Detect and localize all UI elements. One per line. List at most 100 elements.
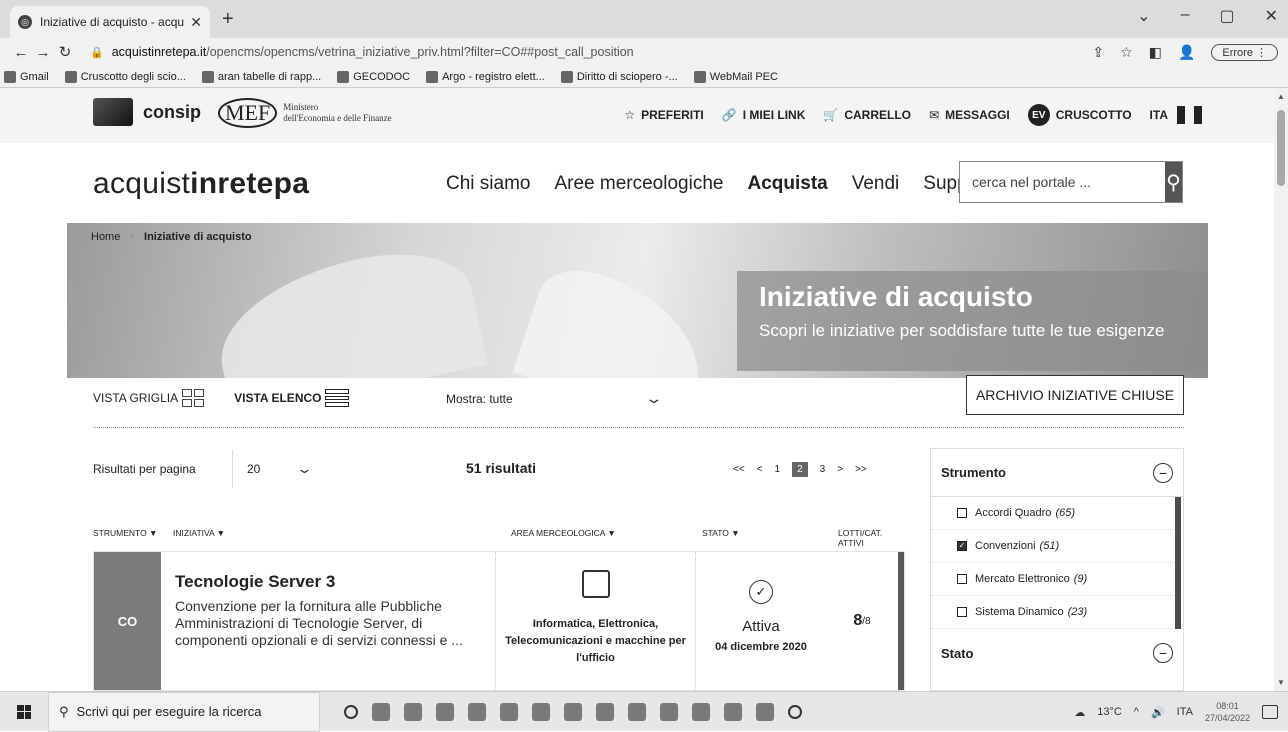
- card-title[interactable]: Tecnologie Server 3: [175, 572, 481, 592]
- checkbox[interactable]: [957, 508, 967, 518]
- nav-chi-siamo[interactable]: Chi siamo: [446, 173, 530, 195]
- chevron-down-icon: ⌄: [296, 461, 313, 477]
- app-icon[interactable]: [596, 703, 614, 721]
- filter-option[interactable]: Sistema Dinamico(23): [931, 596, 1183, 629]
- bookmark-star-icon[interactable]: ☆: [1120, 44, 1133, 61]
- tab-search-icon[interactable]: ⌄: [1137, 6, 1150, 26]
- page-link[interactable]: >: [837, 464, 843, 475]
- checkbox[interactable]: ✓: [957, 541, 967, 551]
- breadcrumb-home[interactable]: Home: [91, 231, 120, 243]
- collapse-icon[interactable]: −: [1153, 643, 1173, 663]
- forward-icon[interactable]: →: [32, 44, 54, 61]
- weather-temp[interactable]: 13°C: [1097, 706, 1122, 718]
- bookmark-item[interactable]: Gmail: [4, 71, 49, 83]
- filter-option[interactable]: Accordi Quadro(65): [931, 497, 1183, 530]
- filter-strumento-header[interactable]: Strumento −: [931, 449, 1183, 497]
- language-indicator[interactable]: ITA: [1177, 706, 1193, 718]
- brand-logo[interactable]: acquistinretepa: [93, 167, 309, 201]
- reload-icon[interactable]: ↻: [54, 43, 76, 61]
- scroll-up-icon[interactable]: ▲: [1277, 92, 1285, 101]
- weather-icon[interactable]: ☁: [1074, 706, 1085, 719]
- checkbox[interactable]: [957, 574, 967, 584]
- page-link[interactable]: 3: [820, 464, 826, 475]
- language-selector[interactable]: ITA: [1150, 106, 1202, 124]
- col-stato[interactable]: STATO ▼: [702, 528, 740, 538]
- search-input[interactable]: [960, 162, 1165, 202]
- vista-griglia-button[interactable]: VISTA GRIGLIA: [93, 389, 204, 407]
- miei-link-link[interactable]: 🔗I MIEI LINK: [722, 108, 806, 122]
- bookmark-item[interactable]: WebMail PEC: [694, 71, 778, 83]
- maximize-icon[interactable]: ▢: [1219, 6, 1234, 26]
- app-icon[interactable]: [500, 703, 518, 721]
- nav-vendi[interactable]: Vendi: [852, 173, 900, 195]
- bookmark-item[interactable]: GECODOC: [337, 71, 410, 83]
- carrello-link[interactable]: 🛒CARRELLO: [823, 108, 911, 122]
- clock[interactable]: 08:0127/04/2022: [1205, 700, 1250, 724]
- result-card[interactable]: CO Tecnologie Server 3 Convenzione per l…: [93, 551, 905, 691]
- bookmark-item[interactable]: Argo - registro elett...: [426, 71, 545, 83]
- mostra-dropdown[interactable]: Mostra: tutte ⌄: [446, 379, 672, 419]
- filter-stato-header[interactable]: Stato −: [931, 629, 1183, 677]
- col-strumento[interactable]: STRUMENTO ▼: [93, 528, 157, 538]
- search-icon[interactable]: ⚲: [1165, 162, 1182, 202]
- page-scrollbar[interactable]: ▲ ▼: [1274, 88, 1288, 691]
- sidepanel-icon[interactable]: ◧: [1149, 44, 1162, 61]
- back-icon[interactable]: ←: [10, 44, 32, 61]
- lock-icon[interactable]: 🔒: [90, 46, 104, 59]
- minimize-icon[interactable]: –: [1181, 6, 1190, 26]
- mef-logo[interactable]: MEF Ministerodell'Economia e delle Finan…: [218, 98, 392, 128]
- app-icon[interactable]: [564, 703, 582, 721]
- page-link[interactable]: <: [757, 464, 763, 475]
- archivio-iniziative-button[interactable]: ARCHIVIO INIZIATIVE CHIUSE: [966, 375, 1184, 415]
- nav-aree-merceologiche[interactable]: Aree merceologiche: [554, 173, 723, 195]
- app-icon[interactable]: [660, 703, 678, 721]
- page-link[interactable]: 1: [775, 464, 781, 475]
- notifications-icon[interactable]: [1262, 705, 1278, 719]
- collapse-icon[interactable]: −: [1153, 463, 1173, 483]
- chrome-icon[interactable]: [788, 705, 802, 719]
- page-link[interactable]: <<: [733, 464, 745, 475]
- bookmark-item[interactable]: Cruscotto degli scio...: [65, 71, 186, 83]
- app-icon[interactable]: [532, 703, 550, 721]
- close-tab-icon[interactable]: ✕: [190, 14, 202, 31]
- app-icon[interactable]: [436, 703, 454, 721]
- filter-scrollbar[interactable]: [1175, 497, 1181, 629]
- scroll-thumb[interactable]: [1277, 110, 1285, 186]
- new-tab-icon[interactable]: +: [222, 8, 234, 31]
- url-field[interactable]: 🔒 acquistinretepa.it /opencms/opencms/ve…: [90, 41, 1092, 63]
- start-button[interactable]: [0, 692, 48, 732]
- col-iniziativa[interactable]: INIZIATIVA ▼: [173, 528, 225, 538]
- share-icon[interactable]: ⇪: [1092, 44, 1104, 61]
- app-icon[interactable]: [628, 703, 646, 721]
- vista-elenco-button[interactable]: VISTA ELENCO: [234, 389, 349, 407]
- browser-tab[interactable]: ◎ Iniziative di acquisto - acquistinr ✕: [10, 6, 210, 38]
- page-link[interactable]: 2: [792, 462, 808, 477]
- col-area[interactable]: AREA MERCEOLOGICA ▼: [511, 528, 616, 538]
- scroll-down-icon[interactable]: ▼: [1277, 678, 1285, 687]
- consip-logo[interactable]: consip: [93, 98, 201, 126]
- filter-option[interactable]: Mercato Elettronico(9): [931, 563, 1183, 596]
- volume-icon[interactable]: 🔊: [1151, 706, 1165, 719]
- cruscotto-link[interactable]: EVCRUSCOTTO: [1028, 104, 1132, 126]
- messaggi-link[interactable]: ✉MESSAGGI: [929, 108, 1010, 122]
- close-window-icon[interactable]: ✕: [1265, 6, 1278, 26]
- tray-overflow-icon[interactable]: ^: [1134, 706, 1139, 718]
- bookmark-item[interactable]: Diritto di sciopero -...: [561, 71, 678, 83]
- app-icon[interactable]: [468, 703, 486, 721]
- page-link[interactable]: >>: [855, 464, 867, 475]
- filter-option[interactable]: ✓Convenzioni(51): [931, 530, 1183, 563]
- app-icon[interactable]: [404, 703, 422, 721]
- profile-icon[interactable]: 👤: [1178, 44, 1195, 61]
- checkbox[interactable]: [957, 607, 967, 617]
- task-view-icon[interactable]: [372, 703, 390, 721]
- results-per-page-select[interactable]: 20 ⌄: [232, 450, 320, 488]
- bookmark-item[interactable]: aran tabelle di rapp...: [202, 71, 321, 83]
- error-button[interactable]: Errore ⋮: [1211, 44, 1278, 61]
- app-icon[interactable]: [692, 703, 710, 721]
- preferiti-link[interactable]: ☆PREFERITI: [624, 108, 703, 122]
- app-icon[interactable]: [724, 703, 742, 721]
- nav-acquista[interactable]: Acquista: [747, 173, 827, 195]
- app-icon[interactable]: [756, 703, 774, 721]
- taskbar-search[interactable]: ⚲ Scrivi qui per eseguire la ricerca: [48, 692, 320, 732]
- cortana-icon[interactable]: [344, 705, 358, 719]
